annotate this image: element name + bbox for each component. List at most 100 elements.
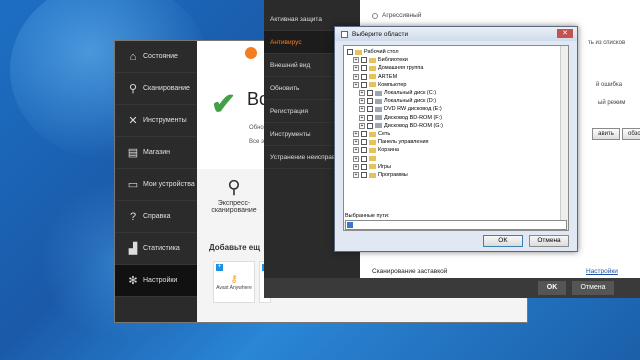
settings-cancel-button[interactable]: Отмена: [572, 281, 614, 295]
sidebar-item-label: Инструменты: [143, 117, 187, 124]
tree-item-label: Корзина: [378, 147, 399, 154]
dialog-titlebar[interactable]: Выберите области: [335, 27, 577, 41]
tree-checkbox[interactable]: [367, 98, 373, 105]
tree-checkbox[interactable]: [361, 81, 367, 88]
tree-item[interactable]: + Дисковод BD-ROM (G:): [359, 122, 443, 129]
dialog-cancel-button[interactable]: Отмена: [529, 235, 569, 247]
tree-item[interactable]: + ARTEM: [353, 73, 397, 80]
tree-item[interactable]: + Локальный диск (D:): [359, 98, 436, 105]
tree-checkbox[interactable]: [361, 73, 367, 80]
expand-icon[interactable]: +: [353, 163, 359, 170]
tree-checkbox[interactable]: [367, 106, 373, 113]
express-scan-label: Экспресс-сканирование: [211, 200, 257, 214]
tile-avast-anywhere[interactable]: + ⚷ Avast Anywhere: [213, 261, 255, 303]
tree-item[interactable]: + DVD RW дисковод (E:): [359, 106, 442, 113]
add-button[interactable]: авить: [592, 128, 620, 140]
tree-item[interactable]: + Корзина: [353, 147, 399, 154]
sidebar-item-settings[interactable]: ✻ Настройки: [115, 265, 197, 297]
tree-item[interactable]: + Домашняя группа: [353, 65, 423, 72]
radio-aggressive[interactable]: Агрессивный: [372, 12, 421, 19]
settings-ok-button[interactable]: OK: [538, 281, 566, 295]
search-icon: ⚲: [128, 83, 138, 95]
sidebar-item-stats[interactable]: ▟ Статистика: [115, 233, 197, 265]
tree-item[interactable]: + Локальный диск (C:): [359, 90, 436, 96]
tree-checkbox[interactable]: [361, 147, 367, 154]
magnifier-icon: ⚲: [227, 177, 241, 197]
expand-icon[interactable]: +: [359, 114, 365, 121]
tree-item[interactable]: + Панель управления: [353, 139, 429, 146]
expand-icon[interactable]: +: [353, 65, 359, 72]
vertical-scrollbar[interactable]: [560, 46, 568, 230]
tree-item[interactable]: + Сеть: [353, 131, 390, 137]
expand-icon[interactable]: +: [353, 73, 359, 80]
sidebar-item-store[interactable]: ▤ Магазин: [115, 137, 197, 169]
tree-item[interactable]: Рабочий стол: [347, 49, 399, 55]
expand-icon[interactable]: +: [353, 172, 359, 178]
radio-button[interactable]: [372, 12, 378, 19]
expand-icon[interactable]: +: [359, 106, 365, 113]
tree-item[interactable]: +: [353, 155, 378, 162]
drive-icon: [375, 90, 382, 96]
sidebar-item-status[interactable]: ⌂ Состояние: [115, 41, 197, 73]
exclusions-text: ть из списков: [588, 40, 626, 46]
sidebar-item-scan[interactable]: ⚲ Сканирование: [115, 73, 197, 105]
browse-button[interactable]: обзор: [622, 128, 640, 140]
screensaver-scan-label: Сканирование заставкой: [372, 268, 448, 275]
screensaver-settings-link[interactable]: Настройки: [586, 268, 618, 275]
dialog-ok-button[interactable]: OK: [483, 235, 523, 247]
tree-item-label: Панель управления: [378, 139, 429, 146]
tree-checkbox[interactable]: [361, 65, 367, 72]
avast-sidebar: ⌂ Состояние ⚲ Сканирование ✕ Инструменты ▤ М…: [115, 41, 197, 322]
folder-icon: [369, 57, 376, 63]
tree-checkbox[interactable]: [361, 57, 367, 64]
expand-icon[interactable]: +: [353, 155, 359, 162]
tree-checkbox[interactable]: [361, 172, 367, 178]
drive-icon: [375, 98, 382, 104]
expand-icon[interactable]: +: [353, 81, 359, 88]
tree-item[interactable]: + Компьютер: [353, 81, 406, 88]
sidebar-item-label: Магазин: [143, 149, 171, 156]
express-scan-button[interactable]: ⚲ Экспресс-сканирование: [205, 177, 263, 214]
tools-icon: ✕: [128, 115, 138, 127]
tree-checkbox[interactable]: [367, 122, 373, 129]
folder-icon: [369, 147, 376, 153]
expand-icon[interactable]: +: [359, 98, 365, 105]
tree-checkbox[interactable]: [367, 114, 373, 121]
tree-item-label: DVD RW дисковод (E:): [384, 106, 442, 113]
tree-item[interactable]: + Игры: [353, 163, 391, 170]
tree-checkbox[interactable]: [361, 155, 367, 162]
check-icon: ✔: [211, 88, 237, 121]
expand-icon[interactable]: +: [353, 147, 359, 154]
status-line-2: Все э: [249, 139, 265, 145]
dialog-app-icon: [341, 30, 348, 38]
tree-checkbox[interactable]: [361, 139, 367, 146]
settings-footer: OK Отмена: [264, 278, 624, 298]
key-icon: ⚷: [230, 274, 238, 285]
tree-checkbox[interactable]: [361, 163, 367, 170]
selected-paths-field[interactable]: [345, 220, 567, 230]
expand-icon[interactable]: +: [359, 90, 365, 96]
expand-icon[interactable]: +: [359, 122, 365, 129]
folder-icon: [369, 131, 376, 137]
tree-item-label: Локальный диск (C:): [384, 90, 437, 96]
expand-icon[interactable]: +: [353, 139, 359, 146]
tile-label: Avast Anywhere: [216, 285, 252, 291]
tree-item-label: Игры: [378, 163, 391, 170]
expand-icon[interactable]: +: [353, 131, 359, 137]
tree-checkbox[interactable]: [367, 90, 373, 96]
tree-item[interactable]: + Библиотеки: [353, 57, 408, 64]
folder-tree[interactable]: Рабочий стол + Библиотеки + Домашняя группа +…: [343, 45, 569, 231]
tree-item[interactable]: + Программы: [353, 172, 408, 178]
tree-item[interactable]: + Дисковод BD-ROM (F:): [359, 114, 442, 121]
expand-icon[interactable]: +: [353, 57, 359, 64]
tree-checkbox[interactable]: [361, 131, 367, 137]
sidebar-item-tools[interactable]: ✕ Инструменты: [115, 105, 197, 137]
sidebar-item-label: Сканирование: [143, 85, 190, 92]
sidebar-item-devices[interactable]: ▭ Мои устройства: [115, 169, 197, 201]
status-line-1: Обно: [249, 125, 264, 131]
tree-checkbox[interactable]: [347, 49, 353, 55]
sidebar-item-help[interactable]: ? Справка: [115, 201, 197, 233]
close-icon[interactable]: ✕: [557, 29, 573, 38]
cart-icon: ▤: [127, 147, 139, 159]
sidebar-item-label: Справка: [143, 213, 171, 220]
